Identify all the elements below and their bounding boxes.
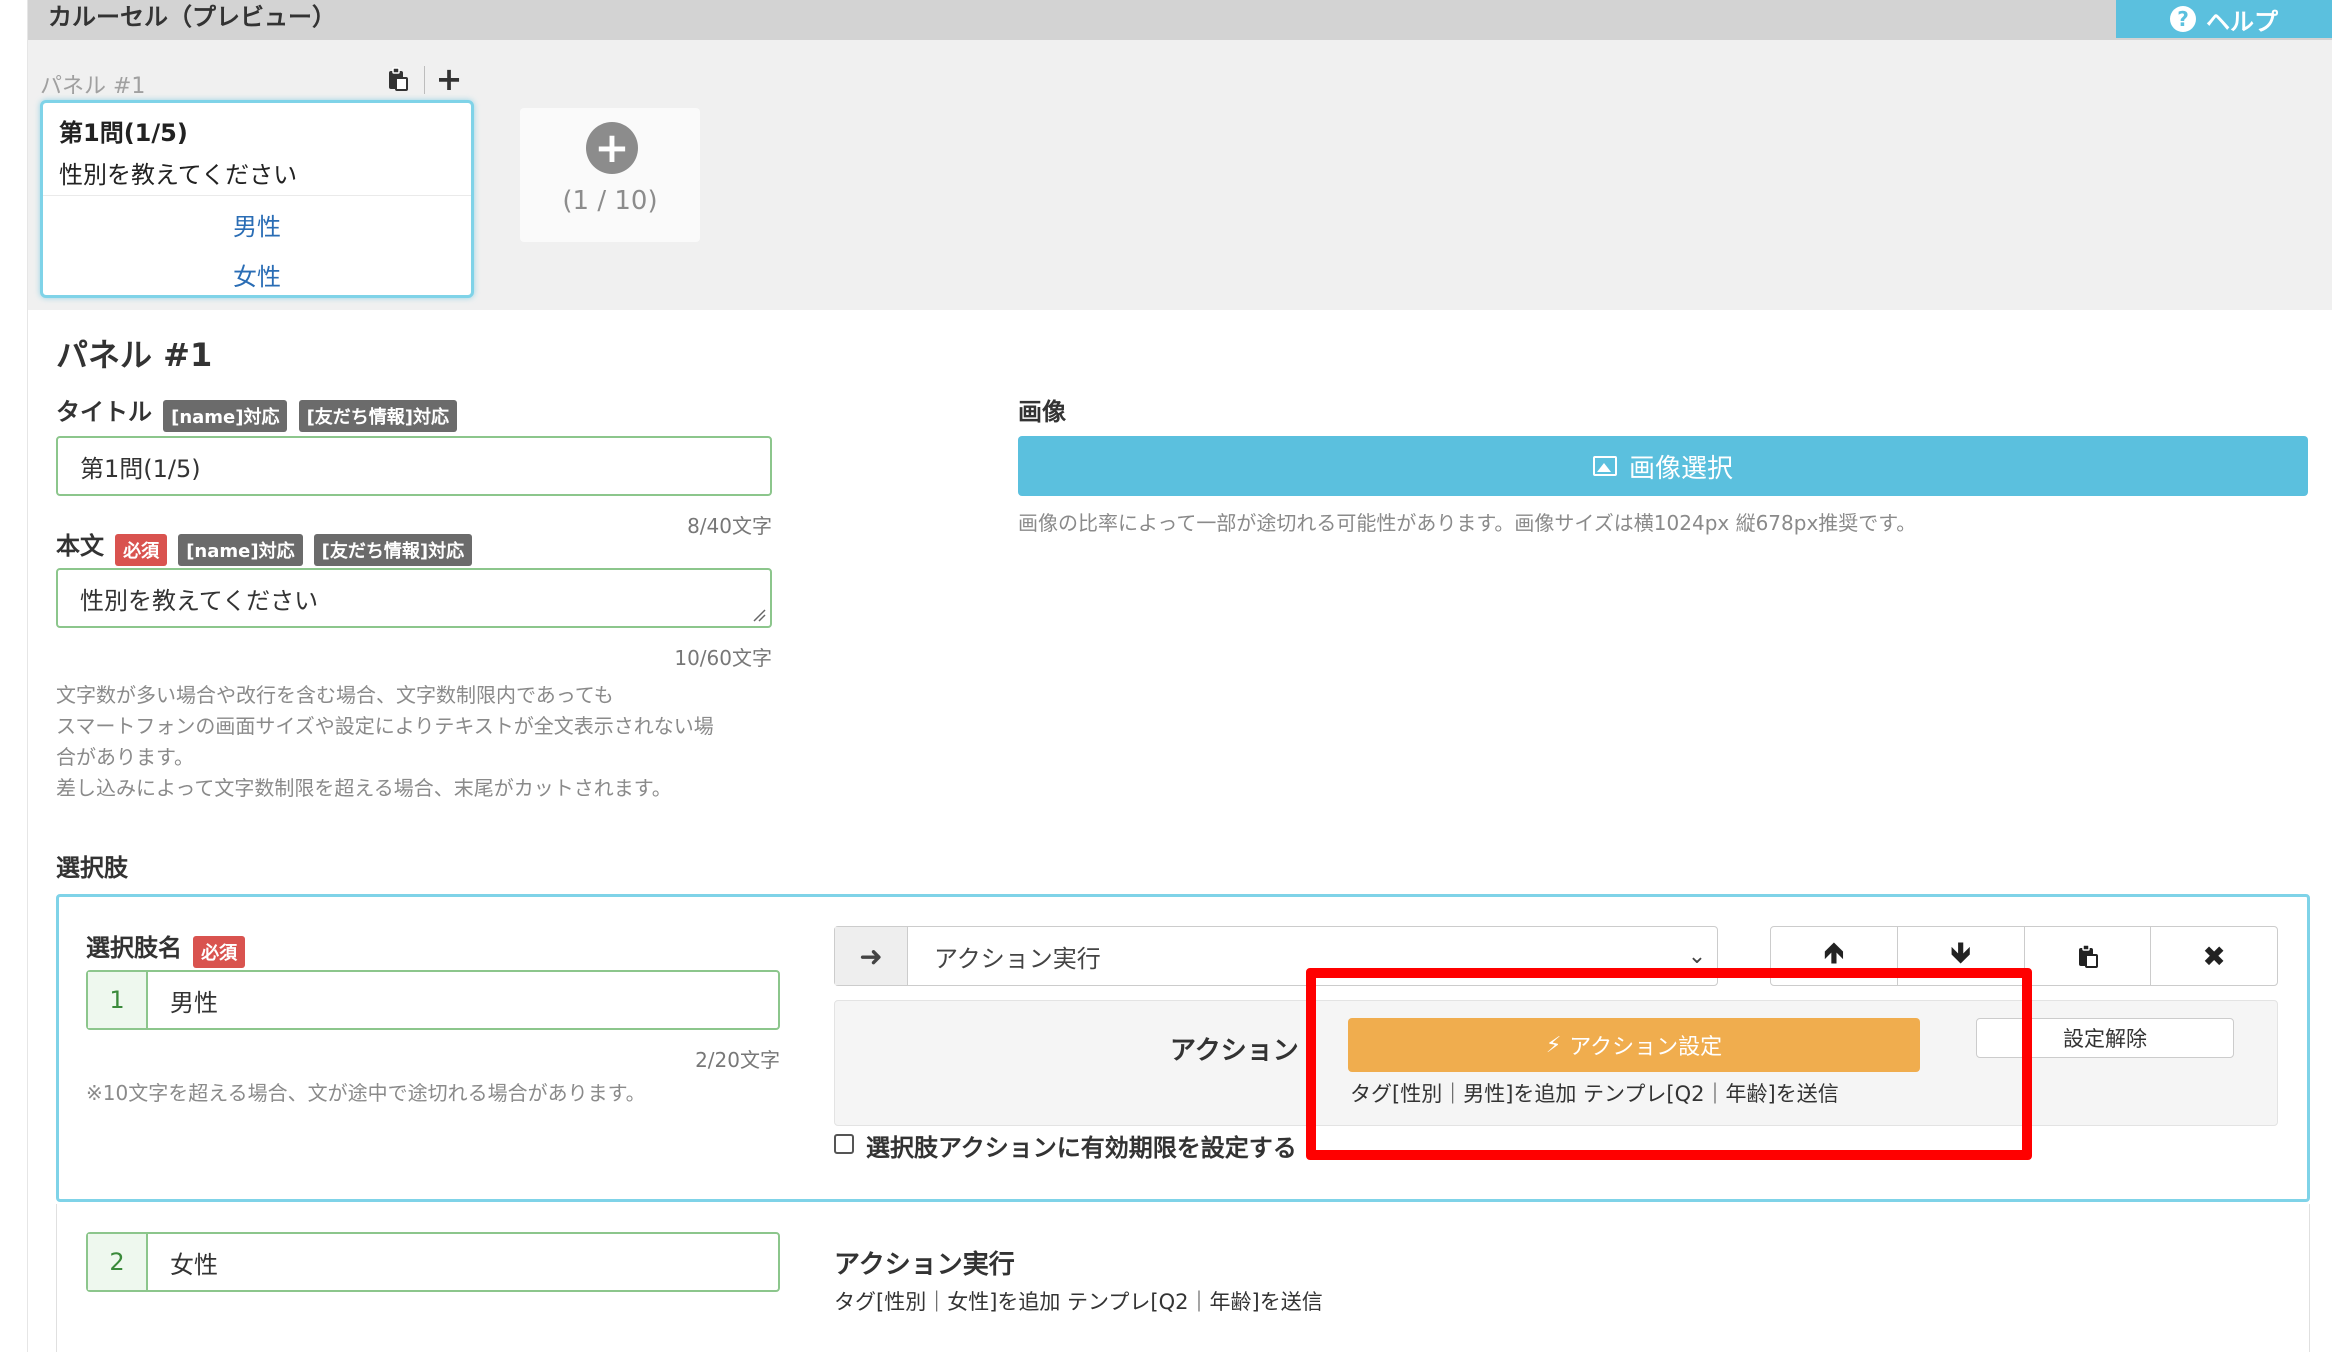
- choice-value: 男性: [170, 988, 218, 1017]
- panel-count: (1 / 10): [562, 186, 658, 216]
- arrow-right-icon: ➜: [835, 927, 908, 985]
- name-support-badge: [name]対応: [178, 533, 303, 566]
- title-label: タイトル: [56, 398, 152, 426]
- body-hint: 文字数が多い場合や改行を含む場合、文字数制限内であっても スマートフォンの画面サ…: [56, 680, 714, 804]
- choice-name-label-row: 選択肢名 必須: [86, 928, 246, 968]
- title-char-count: 8/40文字: [687, 514, 772, 538]
- body-hint-line: 合があります。: [56, 745, 194, 769]
- plus-icon: +: [435, 60, 463, 98]
- friend-info-badge: [友だち情報]対応: [313, 533, 473, 566]
- preview-panel-label: パネル #1: [40, 74, 146, 99]
- image-select-button[interactable]: 画像選択: [1018, 436, 2308, 496]
- add-panel-button[interactable]: +: [434, 60, 464, 98]
- expiry-checkbox[interactable]: [834, 1134, 854, 1154]
- name-support-badge: [name]対応: [163, 399, 288, 432]
- body-hint-line: 差し込みによって文字数制限を超える場合、末尾がカットされます。: [56, 776, 672, 800]
- body-label-row: 本文 必須 [name]対応 [友だち情報]対応: [56, 526, 473, 566]
- choice-name-input-1[interactable]: 1 男性: [86, 970, 780, 1030]
- card-divider: [43, 195, 471, 196]
- choice-name-label: 選択肢名: [86, 934, 182, 962]
- panel-heading: パネル #1: [56, 336, 213, 374]
- highlight-annotation: [1306, 968, 2032, 1160]
- action-description: タグ[性別｜女性]を追加 テンプレ[Q2｜年齢]を送信: [834, 1290, 1323, 1314]
- title-input[interactable]: 第1問(1/5): [56, 436, 772, 496]
- help-button[interactable]: ? ヘルプ: [2116, 0, 2332, 38]
- body-label: 本文: [56, 532, 104, 560]
- help-button-label: ヘルプ: [2206, 7, 2278, 36]
- left-gutter: [0, 0, 28, 1352]
- body-text: 性別を教えてください: [80, 586, 319, 615]
- picture-icon: [1592, 456, 1617, 476]
- card-option-1[interactable]: 男性: [43, 207, 471, 242]
- preview-header-bar: [28, 0, 2332, 40]
- image-hint: 画像の比率によって一部が途切れる可能性があります。画像サイズは横1024px 縦…: [1018, 511, 1917, 535]
- page-title: カルーセル（プレビュー）: [48, 3, 336, 31]
- choice-number: 2: [88, 1234, 148, 1290]
- choice-char-count: 2/20文字: [695, 1048, 780, 1072]
- question-circle-icon: ?: [2170, 6, 2196, 32]
- choices-heading: 選択肢: [56, 854, 128, 882]
- delete-choice-button[interactable]: ✖: [2151, 927, 2277, 985]
- expiry-checkbox-label[interactable]: 選択肢アクションに有効期限を設定する: [866, 1128, 1297, 1163]
- body-textarea[interactable]: 性別を教えてください: [56, 568, 772, 628]
- title-label-row: タイトル [name]対応 [友だち情報]対応: [56, 392, 458, 432]
- action-title: アクション実行: [834, 1250, 1015, 1280]
- card-title: 第1問(1/5): [59, 119, 188, 147]
- card-option-2[interactable]: 女性: [43, 257, 471, 292]
- image-select-label: 画像選択: [1628, 453, 1733, 484]
- action-label: アクション: [1170, 1036, 1299, 1066]
- paste-icon: [2079, 944, 2099, 968]
- choice-name-input-2[interactable]: 2 女性: [86, 1232, 780, 1292]
- copy-panel-button[interactable]: [382, 64, 412, 94]
- body-char-count: 10/60文字: [674, 646, 772, 670]
- paste-icon: [389, 67, 408, 91]
- plus-circle-icon: +: [586, 122, 638, 174]
- choice-hint: ※10文字を超える場合、文が途中で途切れる場合があります。: [86, 1081, 646, 1105]
- body-hint-line: スマートフォンの画面サイズや設定によりテキストが全文表示されない場: [56, 714, 714, 738]
- resize-handle-icon[interactable]: [752, 608, 766, 622]
- friend-info-badge: [友だち情報]対応: [298, 399, 458, 432]
- close-icon: ✖: [2202, 939, 2226, 973]
- preview-card[interactable]: 第1問(1/5) 性別を教えてください 男性 女性: [40, 100, 474, 298]
- toolbar-divider: [424, 66, 425, 94]
- copy-choice-button[interactable]: [2025, 927, 2152, 985]
- image-label: 画像: [1018, 398, 1066, 426]
- required-badge: 必須: [193, 935, 246, 968]
- required-badge: 必須: [115, 533, 168, 566]
- choice-value: 女性: [170, 1250, 218, 1279]
- body-hint-line: 文字数が多い場合や改行を含む場合、文字数制限内であっても: [56, 683, 614, 707]
- add-panel-card[interactable]: + (1 / 10): [520, 108, 700, 242]
- card-body: 性別を教えてください: [59, 161, 298, 189]
- choice-number: 1: [88, 972, 148, 1028]
